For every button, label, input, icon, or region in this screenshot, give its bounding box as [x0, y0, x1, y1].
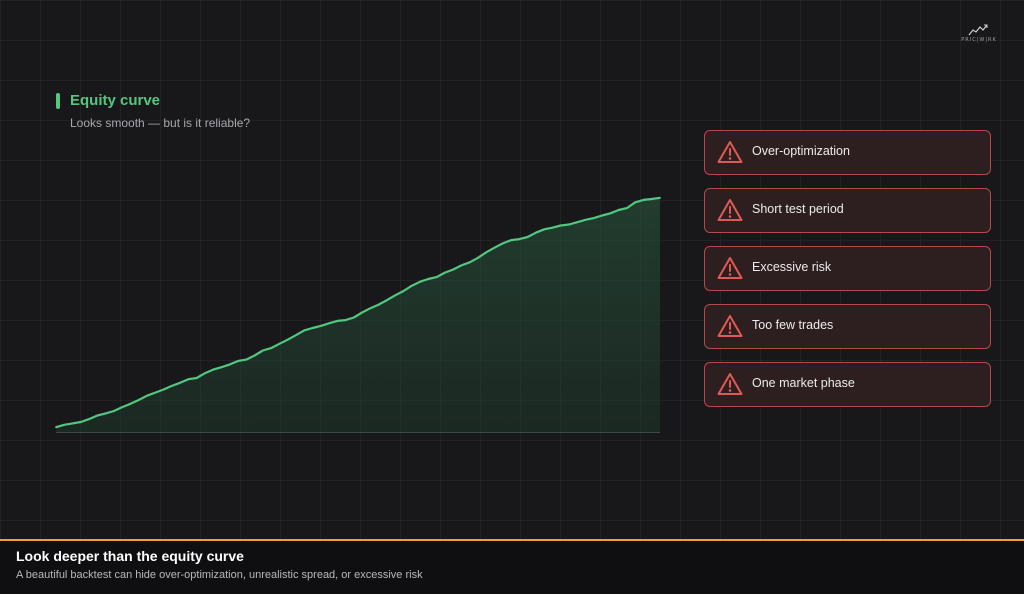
equity-data-point	[328, 322, 330, 325]
equity-curve-chart	[55, 196, 661, 433]
equity-data-point	[245, 358, 248, 361]
slide-canvas: PRIC|W|RK Equity curve Looks smooth — bu…	[0, 0, 1024, 594]
equity-data-point	[88, 418, 90, 420]
footer-title: Look deeper than the equity curve	[16, 548, 244, 564]
equity-data-point	[526, 236, 529, 238]
equity-data-point	[129, 402, 132, 405]
equity-data-point	[170, 385, 173, 387]
equity-data-point	[79, 421, 82, 423]
equity-data-point	[204, 372, 206, 375]
risk-label: Over-optimization	[752, 144, 850, 158]
risk-label: One market phase	[752, 376, 855, 390]
equity-data-point	[402, 290, 405, 292]
equity-data-point	[535, 231, 537, 234]
equity-data-point	[319, 325, 322, 327]
equity-data-point	[187, 378, 190, 381]
equity-data-point	[460, 264, 463, 267]
equity-data-point	[162, 388, 165, 391]
equity-data-point	[96, 414, 99, 417]
equity-data-point	[336, 320, 339, 322]
equity-data-point	[601, 214, 603, 217]
equity-data-point	[617, 209, 620, 211]
risk-card-excessive-risk: Excessive risk	[704, 246, 991, 291]
equity-data-point	[650, 198, 653, 200]
equity-data-point	[113, 410, 115, 412]
equity-data-point	[137, 399, 140, 401]
equity-data-point	[377, 303, 380, 306]
equity-data-point	[195, 377, 198, 379]
equity-data-point	[270, 347, 272, 349]
equity-data-point	[228, 363, 231, 366]
equity-data-point	[626, 207, 628, 210]
equity-data-point	[253, 354, 256, 357]
equity-data-point	[410, 284, 413, 287]
equity-data-point	[576, 221, 579, 224]
risk-label: Short test period	[752, 202, 844, 216]
equity-data-point	[444, 271, 446, 274]
equity-data-point	[659, 196, 661, 199]
equity-data-point	[220, 366, 223, 369]
equity-data-point	[510, 239, 512, 242]
warning-icon	[717, 315, 743, 337]
equity-data-point	[212, 368, 215, 371]
equity-data-point	[468, 261, 471, 264]
risk-label: Too few trades	[752, 318, 834, 332]
equity-data-point	[551, 226, 554, 229]
equity-data-point	[386, 299, 388, 301]
equity-data-point	[543, 228, 546, 231]
equity-data-point	[485, 251, 488, 254]
equity-data-point	[559, 224, 562, 227]
warning-icon	[717, 373, 743, 395]
equity-data-point	[501, 242, 504, 245]
footer-banner: Look deeper than the equity curve A beau…	[0, 539, 1024, 594]
equity-data-point	[394, 294, 397, 297]
equity-data-point	[568, 223, 570, 226]
equity-data-point	[104, 412, 107, 415]
equity-data-point	[344, 319, 347, 321]
equity-data-point	[477, 256, 479, 259]
equity-data-point	[286, 338, 289, 341]
equity-data-point	[427, 278, 430, 280]
risk-card-too-few-trades: Too few trades	[704, 304, 991, 349]
equity-data-point	[261, 349, 264, 352]
risk-card-one-market-phase: One market phase	[704, 362, 991, 407]
equity-data-point	[237, 360, 239, 362]
equity-data-point	[452, 268, 455, 271]
risk-card-over-optimization: Over-optimization	[704, 130, 991, 175]
equity-data-point	[518, 238, 521, 241]
equity-data-point	[121, 406, 124, 408]
equity-data-point	[369, 307, 372, 310]
equity-data-point	[642, 199, 645, 201]
equity-data-point	[303, 329, 306, 332]
warning-icon	[717, 199, 743, 221]
equity-data-point	[609, 212, 612, 215]
equity-data-point	[353, 316, 355, 319]
equity-data-point	[278, 342, 281, 345]
equity-data-point	[493, 246, 496, 249]
warning-icon	[717, 141, 743, 163]
equity-data-point	[584, 218, 587, 221]
brand-logo: PRIC|W|RK	[958, 24, 1000, 48]
logo-chart-icon	[968, 24, 988, 36]
equity-data-point	[295, 334, 297, 337]
equity-data-point	[63, 423, 66, 426]
logo-wordmark: PRIC|W|RK	[961, 37, 997, 43]
risk-factor-list: Over-optimization Short test period Exce…	[704, 130, 991, 420]
equity-data-point	[179, 381, 182, 384]
risk-label: Excessive risk	[752, 260, 832, 274]
equity-data-point	[419, 280, 421, 283]
equity-data-point	[634, 201, 637, 204]
warning-icon	[717, 257, 743, 279]
equity-data-point	[146, 394, 148, 397]
footer-subtitle: A beautiful backtest can hide over-optim…	[16, 569, 423, 581]
equity-data-point	[435, 276, 438, 278]
equity-data-point	[592, 217, 595, 220]
equity-data-point	[71, 422, 74, 425]
risk-card-short-test-period: Short test period	[704, 188, 991, 233]
equity-data-point	[361, 311, 363, 314]
equity-data-point	[311, 327, 314, 329]
equity-data-point	[55, 426, 57, 429]
equity-data-point	[154, 391, 157, 394]
